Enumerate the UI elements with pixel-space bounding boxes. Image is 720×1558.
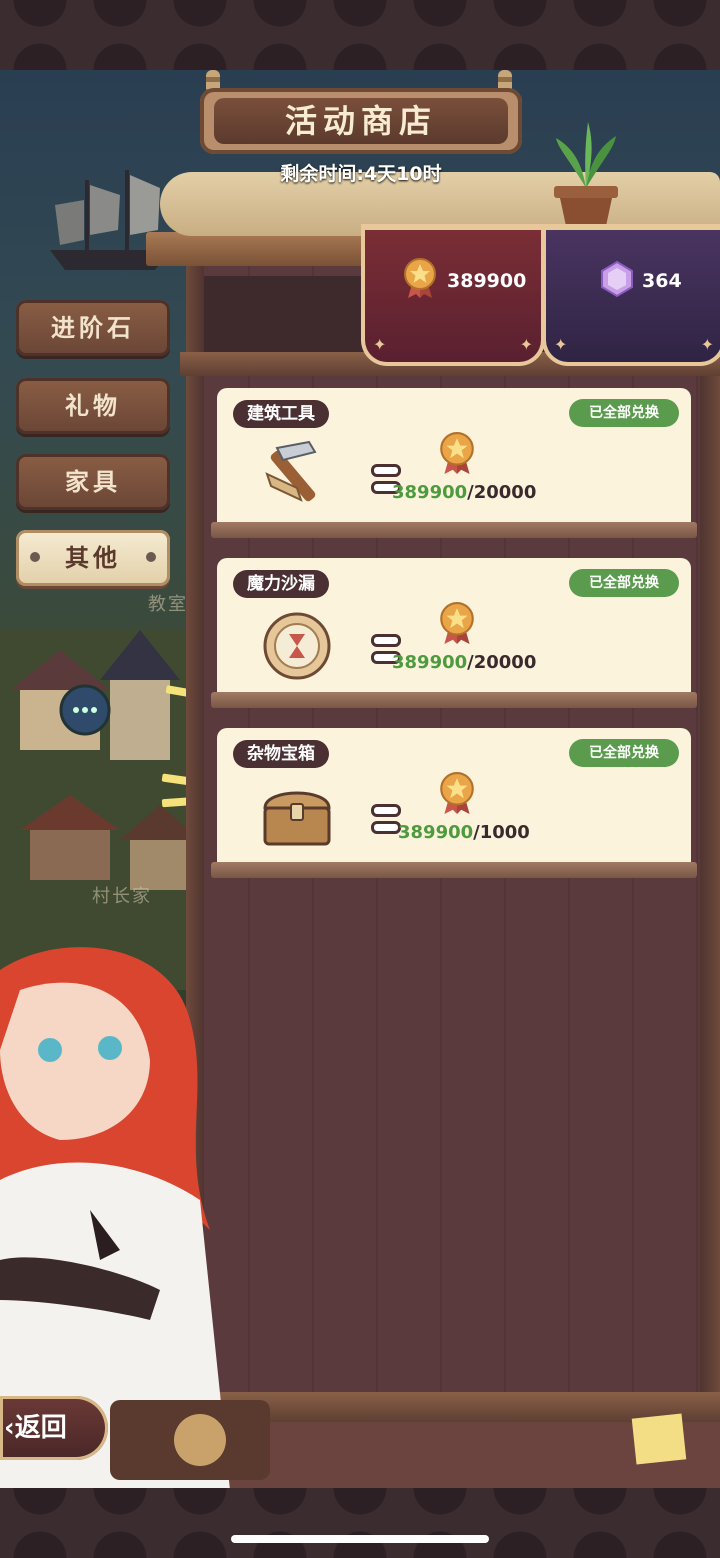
- shop-item-card[interactable]: 魔力沙漏 已全部兑换 389900/20000: [217, 558, 691, 694]
- star-medal-icon: [440, 772, 474, 814]
- equals-sign: [371, 804, 401, 834]
- star-medal-icon: [440, 602, 474, 644]
- card-ledge: [211, 692, 697, 708]
- item-cost: 389900/20000: [392, 652, 537, 673]
- tab-gift[interactable]: 礼物: [16, 378, 170, 434]
- redeem-status-badge: 已全部兑换: [569, 569, 679, 597]
- home-indicator[interactable]: [231, 1535, 489, 1543]
- map-label-classroom: 教室: [148, 594, 188, 615]
- back-button-label: ‹返回: [4, 1396, 67, 1460]
- back-button[interactable]: ‹返回: [0, 1396, 108, 1460]
- banner-corner-ornament: ✦: [373, 335, 387, 354]
- treasure-chest-icon: [263, 791, 331, 846]
- shelf-right-post: [700, 266, 720, 1488]
- tab-furniture[interactable]: 家具: [16, 454, 170, 510]
- required-amount: 20000: [473, 482, 537, 503]
- top-frame: [0, 0, 720, 70]
- hammer-tool-icon: [265, 440, 317, 502]
- card-ledge: [211, 862, 697, 878]
- sticky-note-icon[interactable]: [631, 1413, 687, 1465]
- tab-label: 进阶石: [51, 314, 135, 342]
- tab-label: 礼物: [65, 392, 121, 420]
- banner-corner-ornament: ✦: [519, 335, 533, 354]
- gem-count: 364: [642, 270, 682, 292]
- map-label-chief-house: 村长家: [92, 886, 152, 907]
- redeem-status-badge: 已全部兑换: [569, 399, 679, 427]
- owned-amount: 389900: [398, 822, 474, 843]
- remaining-time: 剩余时间:4天10时: [280, 163, 442, 185]
- magic-hourglass-icon: [263, 612, 331, 680]
- banner-corner-ornament: ✦: [554, 335, 568, 354]
- card-ledge: [211, 522, 697, 538]
- tab-rivet: [146, 552, 156, 562]
- gem-balance: 364 ✦ ✦: [542, 224, 720, 366]
- chevron-left-icon: ‹: [4, 1413, 15, 1443]
- banner-corner-ornament: ✦: [700, 335, 714, 354]
- title-sign: 活动商店: [200, 88, 522, 154]
- required-amount: 20000: [473, 652, 537, 673]
- item-cost: 389900/1000: [398, 822, 530, 843]
- star-medal-icon: [440, 432, 474, 474]
- page-title: 活动商店: [214, 98, 508, 144]
- item-cost: 389900/20000: [392, 482, 537, 503]
- shop-item-card[interactable]: 杂物宝箱 已全部兑换 389900/1000: [217, 728, 691, 864]
- tab-other[interactable]: 其他: [16, 530, 170, 586]
- item-name: 建筑工具: [233, 400, 329, 428]
- redeem-status-badge: 已全部兑换: [569, 739, 679, 767]
- potted-plant-icon: [554, 122, 618, 226]
- bottom-frame: [0, 1488, 720, 1558]
- owned-amount: 389900: [392, 482, 468, 503]
- shop-item-card[interactable]: 建筑工具 已全部兑换 389900/20000: [217, 388, 691, 524]
- star-medal-balance: 389900 ✦ ✦: [361, 224, 545, 366]
- star-medal-count: 389900: [447, 270, 527, 292]
- item-name: 杂物宝箱: [233, 740, 329, 768]
- purple-gem-icon: [601, 260, 633, 298]
- required-amount: 1000: [479, 822, 530, 843]
- tab-advance-stone[interactable]: 进阶石: [16, 300, 170, 356]
- item-name: 魔力沙漏: [233, 570, 329, 598]
- owned-amount: 389900: [392, 652, 468, 673]
- back-label-text: 返回: [14, 1413, 67, 1443]
- tab-label: 家具: [65, 468, 121, 496]
- star-medal-icon: [404, 258, 436, 298]
